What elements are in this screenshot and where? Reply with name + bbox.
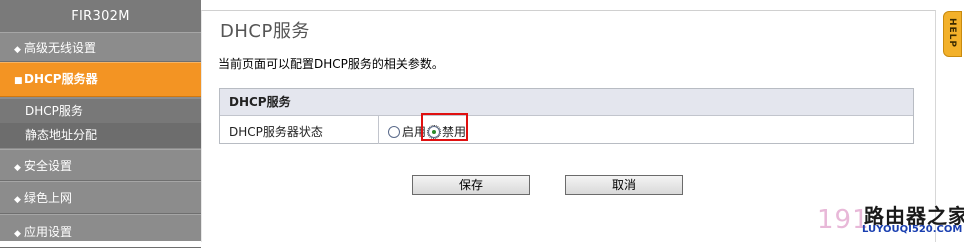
diamond-bullet-icon: ◆ [14, 45, 21, 55]
sidebar-item-label: 绿色上网 [24, 191, 73, 205]
sidebar-item-security[interactable]: ◆ 安全设置 [0, 149, 201, 181]
square-bullet-icon: ■ [14, 76, 23, 86]
radio-unchecked-icon[interactable] [388, 125, 400, 138]
sidebar-subitem-label: 静态地址分配 [25, 128, 98, 142]
sidebar-subitem-label: DHCP服务 [25, 104, 83, 118]
dhcp-status-row: DHCP服务器状态 启用 禁用 [220, 116, 913, 144]
highlight-annotation-box [421, 113, 468, 141]
sidebar-item-advanced-wireless[interactable]: ◆ 高级无线设置 [0, 32, 201, 62]
sidebar-item-green-internet[interactable]: ◆ 绿色上网 [0, 181, 201, 214]
sidebar-item-label: 高级无线设置 [24, 41, 97, 55]
diamond-bullet-icon: ◆ [14, 163, 21, 173]
sidebar-item-label: 安全设置 [24, 159, 73, 173]
diamond-bullet-icon: ◆ [14, 195, 21, 205]
sidebar-subitem-dhcp-service[interactable]: DHCP服务 [0, 99, 201, 123]
sidebar-item-label: DHCP服务器 [24, 72, 98, 86]
watermark-url: LUYOUQI520.COM [862, 224, 963, 235]
panel-header: DHCP服务 [220, 89, 913, 116]
dhcp-status-label: DHCP服务器状态 [229, 125, 323, 139]
cancel-button[interactable]: 取消 [565, 175, 683, 195]
row-divider [378, 116, 379, 144]
page-description: 当前页面可以配置DHCP服务的相关参数。 [218, 57, 444, 71]
dhcp-settings-panel: DHCP服务 DHCP服务器状态 启用 禁用 [219, 88, 914, 144]
save-button[interactable]: 保存 [412, 175, 530, 195]
help-tab-label: HELP [947, 18, 957, 49]
sidebar-subitem-static-address[interactable]: 静态地址分配 [0, 123, 201, 148]
page-title: DHCP服务 [220, 21, 310, 42]
sidebar-item-applications[interactable]: ◆ 应用设置 [0, 214, 201, 248]
sidebar: FIR302M ◆ 高级无线设置 ■DHCP服务器 DHCP服务 静态地址分配 ◆… [0, 0, 201, 248]
help-tab[interactable]: HELP [943, 11, 962, 57]
sidebar-item-label: 应用设置 [24, 225, 73, 239]
device-name: FIR302M [0, 0, 201, 32]
diamond-bullet-icon: ◆ [14, 229, 21, 239]
sidebar-item-dhcp-server[interactable]: ■DHCP服务器 [0, 62, 201, 97]
